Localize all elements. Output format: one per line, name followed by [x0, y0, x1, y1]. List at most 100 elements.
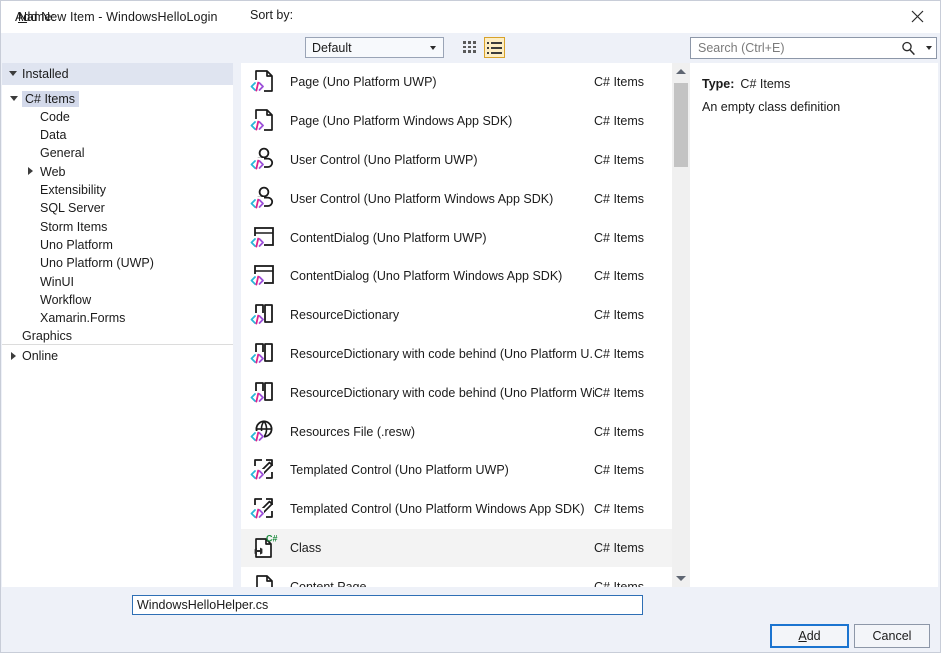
- grid-view-icon: [462, 40, 477, 55]
- list-item-name: ResourceDictionary with code behind (Uno…: [290, 386, 594, 400]
- list-item-category: C# Items: [594, 580, 672, 587]
- list-item-name: Content Page: [290, 580, 594, 587]
- list-item-name: ContentDialog (Uno Platform UWP): [290, 231, 594, 245]
- svg-text:C#: C#: [266, 534, 278, 544]
- scrollbar-thumb[interactable]: [674, 83, 688, 167]
- sidebar-item-online[interactable]: Online: [2, 346, 233, 366]
- list-item[interactable]: User Control (Uno Platform UWP)C# Items: [241, 141, 672, 180]
- list-item[interactable]: ResourceDictionaryC# Items: [241, 296, 672, 335]
- template-list: Page (Uno Platform UWP)C# ItemsPage (Uno…: [241, 63, 672, 587]
- sidebar-item-label: Xamarin.Forms: [40, 311, 125, 325]
- sidebar-item-winui[interactable]: WinUI: [2, 272, 233, 291]
- scroll-up-arrow-icon: [676, 69, 686, 74]
- sidebar-item-web[interactable]: Web: [2, 162, 233, 181]
- sidebar-item-sql-server[interactable]: SQL Server: [2, 199, 233, 218]
- list-item-name: User Control (Uno Platform UWP): [290, 153, 594, 167]
- list-item[interactable]: Content PageC# Items: [241, 567, 672, 587]
- scroll-up-button[interactable]: [672, 63, 690, 80]
- list-scrollbar[interactable]: [672, 63, 690, 587]
- detail-type-label: Type:: [702, 77, 734, 91]
- chevron-right-icon: [28, 167, 33, 175]
- list-item[interactable]: Page (Uno Platform UWP)C# Items: [241, 63, 672, 102]
- installed-label: Installed: [22, 67, 69, 81]
- name-label-rest: ame:: [27, 10, 55, 24]
- add-button-rest: dd: [807, 629, 821, 643]
- chevron-right-icon: [11, 352, 16, 360]
- sidebar-item-data[interactable]: Data: [2, 126, 233, 145]
- title-bar: Add New Item - WindowsHelloLogin: [1, 1, 940, 33]
- list-item-name: Class: [290, 541, 594, 555]
- list-view-icon: [487, 41, 502, 55]
- resource-dictionary-icon: [247, 338, 281, 370]
- list-item-category: C# Items: [594, 541, 672, 555]
- sidebar-item-xamarin-forms[interactable]: Xamarin.Forms: [2, 309, 233, 328]
- templated-control-icon: [247, 454, 281, 486]
- list-item-category: C# Items: [594, 502, 672, 516]
- close-icon: [911, 10, 924, 23]
- list-item-category: C# Items: [594, 425, 672, 439]
- list-item[interactable]: ResourceDictionary with code behind (Uno…: [241, 373, 672, 412]
- search-box[interactable]: [690, 37, 937, 59]
- search-dropdown-button[interactable]: [920, 38, 936, 58]
- sidebar-item-label: Graphics: [22, 329, 72, 343]
- installed-header[interactable]: Installed: [2, 63, 233, 85]
- sort-by-dropdown[interactable]: Default: [305, 37, 444, 58]
- list-item[interactable]: User Control (Uno Platform Windows App S…: [241, 179, 672, 218]
- tree-divider: [2, 344, 233, 345]
- list-item-category: C# Items: [594, 269, 672, 283]
- list-item[interactable]: Templated Control (Uno Platform UWP)C# I…: [241, 451, 672, 490]
- details-panel: Type: C# Items An empty class definition: [690, 63, 938, 587]
- name-input[interactable]: [135, 596, 637, 614]
- cancel-button[interactable]: Cancel: [854, 624, 930, 648]
- content-dialog-xaml-icon: [247, 260, 281, 292]
- sidebar-item-uno-platform[interactable]: Uno Platform: [2, 235, 233, 254]
- list-item[interactable]: Resources File (.resw)C# Items: [241, 412, 672, 451]
- sidebar-item-extensibility[interactable]: Extensibility: [2, 181, 233, 200]
- installed-tree-panel: Installed C# Items Code DataGeneral Web Exte…: [2, 63, 233, 587]
- resources-file-globe-icon: [247, 416, 281, 448]
- list-item-name: Page (Uno Platform Windows App SDK): [290, 114, 594, 128]
- user-control-xaml-icon: [247, 144, 281, 176]
- sidebar-item-label: Storm Items: [40, 220, 107, 234]
- sidebar-item-general[interactable]: General: [2, 144, 233, 163]
- sidebar-item-workflow[interactable]: Workflow: [2, 290, 233, 309]
- sidebar-item-label: General: [40, 146, 84, 160]
- resource-dictionary-icon: [247, 377, 281, 409]
- list-item[interactable]: ContentDialog (Uno Platform UWP)C# Items: [241, 218, 672, 257]
- list-item-category: C# Items: [594, 153, 672, 167]
- chevron-down-icon: [9, 71, 17, 76]
- list-item-category: C# Items: [594, 75, 672, 89]
- list-item[interactable]: ResourceDictionary with code behind (Uno…: [241, 335, 672, 374]
- close-button[interactable]: [895, 1, 940, 32]
- sidebar-item-code[interactable]: Code: [2, 107, 233, 126]
- name-label: Name:: [18, 10, 55, 24]
- sidebar-item-label: Web: [40, 165, 65, 179]
- sort-by-value: Default: [312, 41, 352, 55]
- list-item[interactable]: Templated Control (Uno Platform Windows …: [241, 490, 672, 529]
- sidebar-item-uno-platform-uwp[interactable]: Uno Platform (UWP): [2, 254, 233, 273]
- list-item-name: Templated Control (Uno Platform UWP): [290, 463, 594, 477]
- detail-description: An empty class definition: [702, 99, 930, 115]
- list-item[interactable]: ContentDialog (Uno Platform Windows App …: [241, 257, 672, 296]
- sidebar-item-storm-items[interactable]: Storm Items: [2, 217, 233, 236]
- grid-view-toggle[interactable]: [459, 37, 480, 58]
- chevron-down-icon: [423, 38, 442, 57]
- add-new-item-dialog: Add New Item - WindowsHelloLogin Sort by…: [0, 0, 941, 653]
- search-input[interactable]: [696, 38, 896, 58]
- sidebar-item-c-items[interactable]: C# Items: [2, 89, 233, 108]
- list-item[interactable]: Page (Uno Platform Windows App SDK)C# It…: [241, 102, 672, 141]
- sidebar-item-label: SQL Server: [40, 201, 105, 215]
- list-item[interactable]: C# ClassC# Items: [241, 529, 672, 568]
- chevron-down-icon: [10, 96, 18, 101]
- sidebar-item-label: Code: [40, 110, 70, 124]
- list-view-toggle[interactable]: [484, 37, 505, 58]
- add-button[interactable]: Add: [770, 624, 849, 648]
- template-list-panel[interactable]: Page (Uno Platform UWP)C# ItemsPage (Uno…: [241, 63, 691, 587]
- sidebar-item-label: WinUI: [40, 275, 74, 289]
- templated-control-icon: [247, 493, 281, 525]
- search-button[interactable]: [896, 38, 920, 58]
- list-item-name: Resources File (.resw): [290, 425, 594, 439]
- scroll-down-button[interactable]: [672, 570, 690, 587]
- page-xaml-icon: [247, 66, 281, 98]
- name-input-wrapper[interactable]: [132, 595, 643, 615]
